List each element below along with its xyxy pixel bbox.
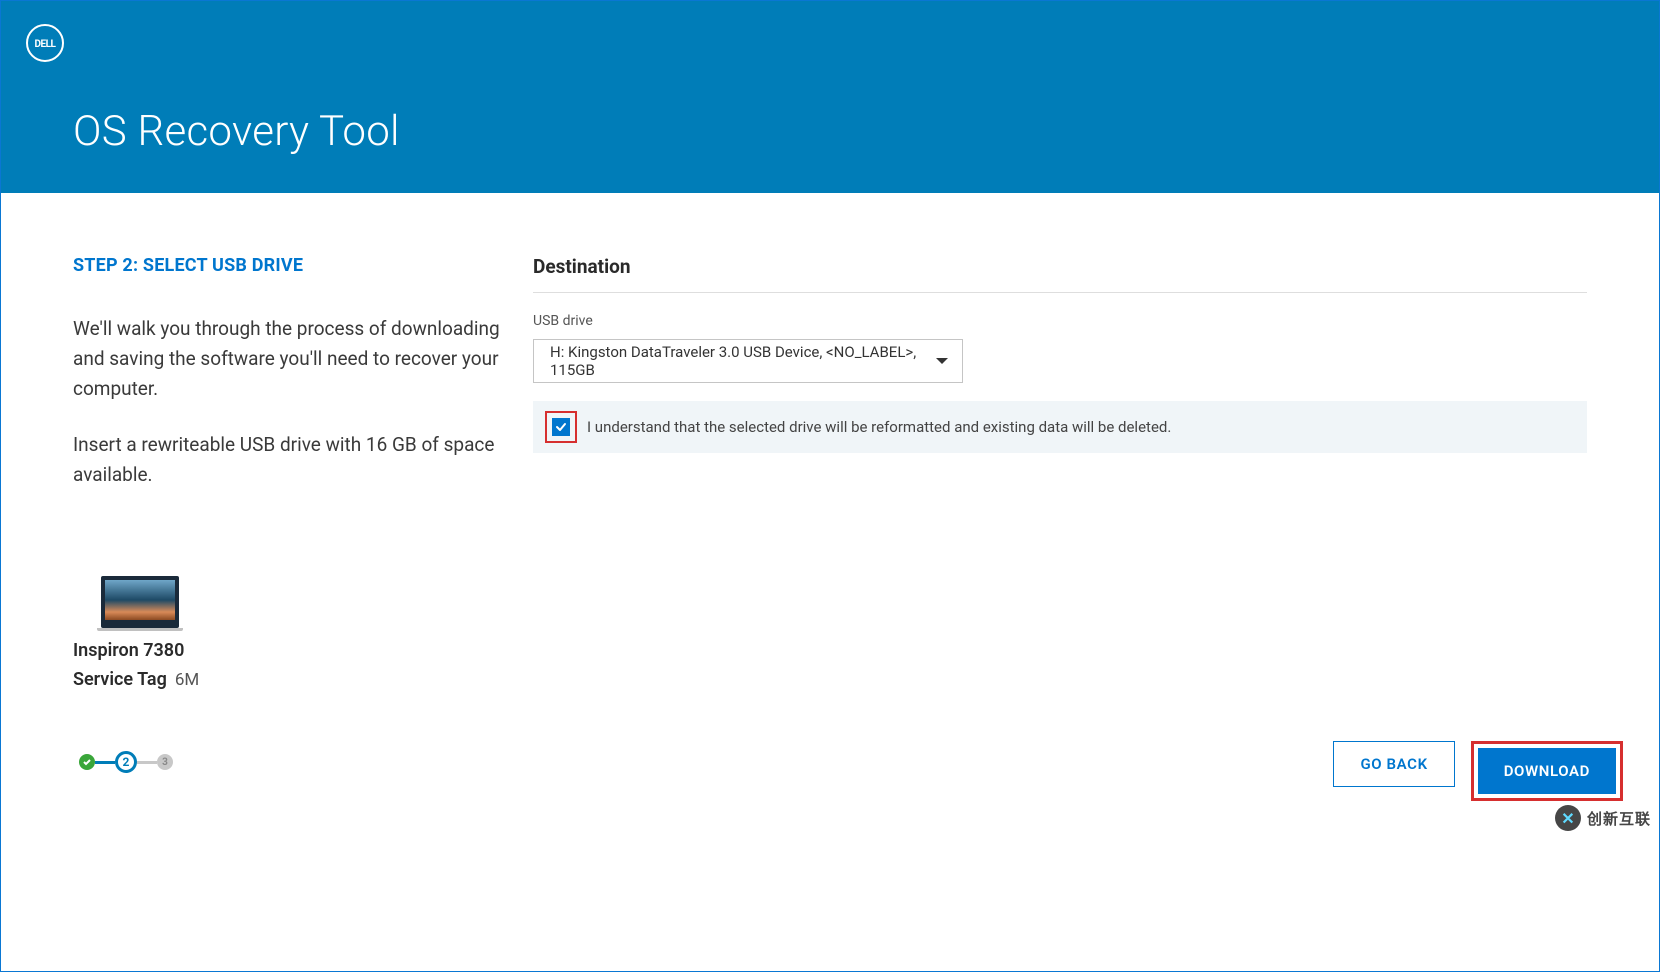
action-bar: GO BACK DOWNLOAD xyxy=(1333,741,1623,801)
device-image-icon xyxy=(101,576,179,628)
left-column: STEP 2: SELECT USB DRIVE We'll walk you … xyxy=(73,255,503,971)
go-back-button[interactable]: GO BACK xyxy=(1333,741,1454,787)
chevron-down-icon xyxy=(936,358,948,364)
step-connector xyxy=(137,761,157,764)
intro-paragraph-2: Insert a rewriteable USB drive with 16 G… xyxy=(73,430,503,490)
usb-drive-select[interactable]: H: Kingston DataTraveler 3.0 USB Device,… xyxy=(533,339,963,383)
service-tag-label: Service Tag xyxy=(73,669,167,690)
main-content: STEP 2: SELECT USB DRIVE We'll walk you … xyxy=(1,193,1659,971)
step-2-current: 2 xyxy=(115,751,137,773)
destination-heading: Destination xyxy=(533,255,1587,293)
step-connector xyxy=(95,761,115,764)
watermark-text: 创新互联 xyxy=(1587,808,1651,829)
progress-stepper: 2 3 xyxy=(79,751,173,773)
right-column: Destination USB drive H: Kingston DataTr… xyxy=(503,255,1587,971)
download-button[interactable]: DOWNLOAD xyxy=(1478,748,1616,794)
device-card: Inspiron 7380 Service Tag 6M xyxy=(73,576,503,690)
intro-paragraph-1: We'll walk you through the process of do… xyxy=(73,314,503,404)
usb-drive-label: USB drive xyxy=(533,313,1587,329)
usb-drive-selected-value: H: Kingston DataTraveler 3.0 USB Device,… xyxy=(550,343,936,379)
highlight-annotation: DOWNLOAD xyxy=(1471,741,1623,801)
dell-logo-icon: DELL xyxy=(25,23,65,63)
page-title: OS Recovery Tool xyxy=(73,107,400,156)
service-tag-value: 6M xyxy=(175,670,199,690)
svg-text:DELL: DELL xyxy=(35,39,57,50)
step-3-upcoming: 3 xyxy=(157,754,173,770)
watermark: ✕ 创新互联 xyxy=(1555,805,1651,831)
confirm-checkbox[interactable] xyxy=(552,418,570,436)
step-heading: STEP 2: SELECT USB DRIVE xyxy=(73,255,503,276)
watermark-logo-icon: ✕ xyxy=(1555,805,1581,831)
confirm-row: I understand that the selected drive wil… xyxy=(533,401,1587,453)
device-model: Inspiron 7380 xyxy=(73,640,503,661)
step-1-done xyxy=(79,754,95,770)
check-icon xyxy=(555,421,567,433)
confirm-text: I understand that the selected drive wil… xyxy=(587,418,1171,436)
header: DELL OS Recovery Tool xyxy=(1,1,1659,193)
highlight-annotation xyxy=(545,411,577,443)
check-icon xyxy=(82,757,92,767)
